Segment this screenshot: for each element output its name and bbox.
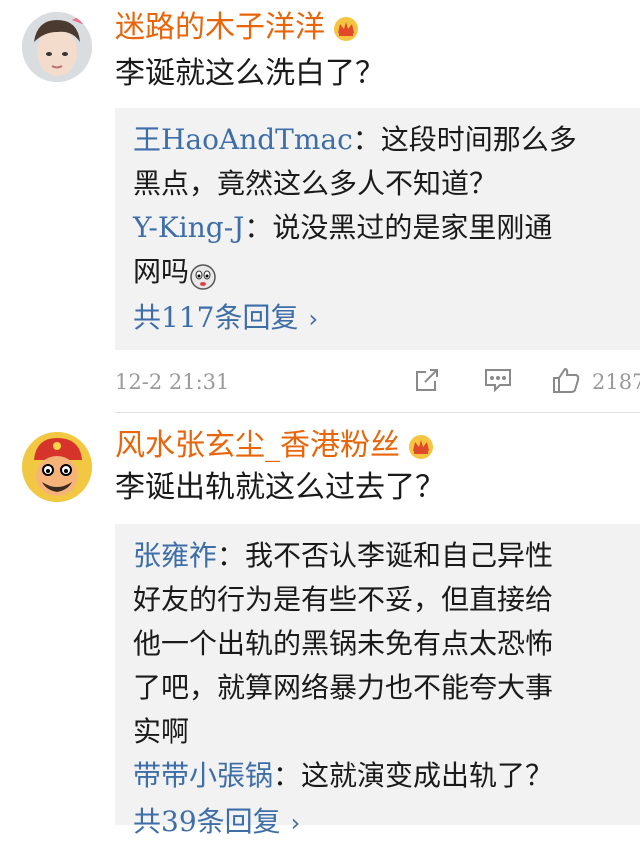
reply-text: 他一个出轨的黑锅未免有点太恐怖 — [133, 627, 554, 660]
reply-box[interactable]: 张雍祚：我不否认李诞和自己异性 好友的行为是有些不妥，但直接给 他一个出轨的黑锅… — [115, 524, 640, 838]
like-icon[interactable] — [551, 366, 581, 399]
reply-user[interactable]: 王HaoAndTmac — [133, 123, 353, 156]
reply-user[interactable]: Y-King-J — [133, 211, 244, 244]
reply-text: ：这段时间那么多 — [352, 123, 577, 156]
reply-user[interactable]: 张雍祚 — [133, 539, 217, 572]
avatar[interactable] — [22, 432, 92, 502]
comment-icon[interactable] — [483, 366, 513, 399]
reply-text: 了吧，就算网络暴力也不能夸大事 — [133, 671, 554, 704]
timestamp: 12-2 21:31 — [115, 370, 230, 394]
reply-2: Y-King-J：说没黑过的是家里刚通 网吗 — [133, 206, 622, 294]
chevron-right-icon: › — [290, 809, 301, 837]
emoji-icon — [189, 260, 217, 290]
comment-text: 李诞出轨就这么过去了？ — [115, 470, 445, 505]
share-icon[interactable] — [413, 366, 441, 399]
reply-1: 王HaoAndTmac：这段时间那么多 黑点，竟然这么多人不知道？ — [133, 118, 622, 206]
username-text[interactable]: 迷路的木子洋洋 — [115, 10, 325, 45]
more-replies-label[interactable]: 共39条回复 — [133, 805, 281, 838]
username[interactable]: 迷路的木子洋洋 — [115, 10, 361, 46]
comment-text: 李诞就这么洗白了？ — [115, 56, 385, 91]
crown-icon — [406, 432, 436, 462]
chevron-right-icon: › — [308, 305, 319, 333]
username-text[interactable]: 风水张玄尘_香港粉丝 — [115, 428, 400, 463]
username[interactable]: 风水张玄尘_香港粉丝 — [115, 428, 436, 464]
reply-text: ：说没黑过的是家里刚通 — [244, 211, 553, 244]
crown-icon — [331, 14, 361, 44]
reply-user[interactable]: 带带小張锅 — [133, 759, 273, 792]
reply-box[interactable]: 王HaoAndTmac：这段时间那么多 黑点，竟然这么多人不知道？ Y-King… — [115, 108, 640, 350]
reply-text: 网吗 — [133, 255, 190, 288]
more-replies-label[interactable]: 共117条回复 — [133, 301, 298, 334]
reply-1: 张雍祚：我不否认李诞和自己异性 好友的行为是有些不妥，但直接给 他一个出轨的黑锅… — [133, 534, 622, 754]
reply-text: 实啊 — [133, 715, 190, 748]
reply-text: ：我不否认李诞和自己异性 — [217, 539, 554, 572]
reply-text: 好友的行为是有些不妥，但直接给 — [133, 583, 554, 616]
divider — [115, 412, 640, 413]
reply-text: 黑点，竟然这么多人不知道？ — [133, 167, 498, 200]
comment-meta: 12-2 21:31 2187 — [115, 362, 640, 402]
reply-text: ：这就演变成出轨了？ — [273, 759, 554, 792]
more-replies-link[interactable]: 共117条回复 › — [133, 296, 622, 341]
avatar[interactable] — [22, 12, 92, 82]
more-replies-link[interactable]: 共39条回复 › — [133, 800, 622, 845]
like-count: 2187 — [592, 370, 640, 394]
reply-2: 带带小張锅：这就演变成出轨了？ — [133, 754, 622, 798]
